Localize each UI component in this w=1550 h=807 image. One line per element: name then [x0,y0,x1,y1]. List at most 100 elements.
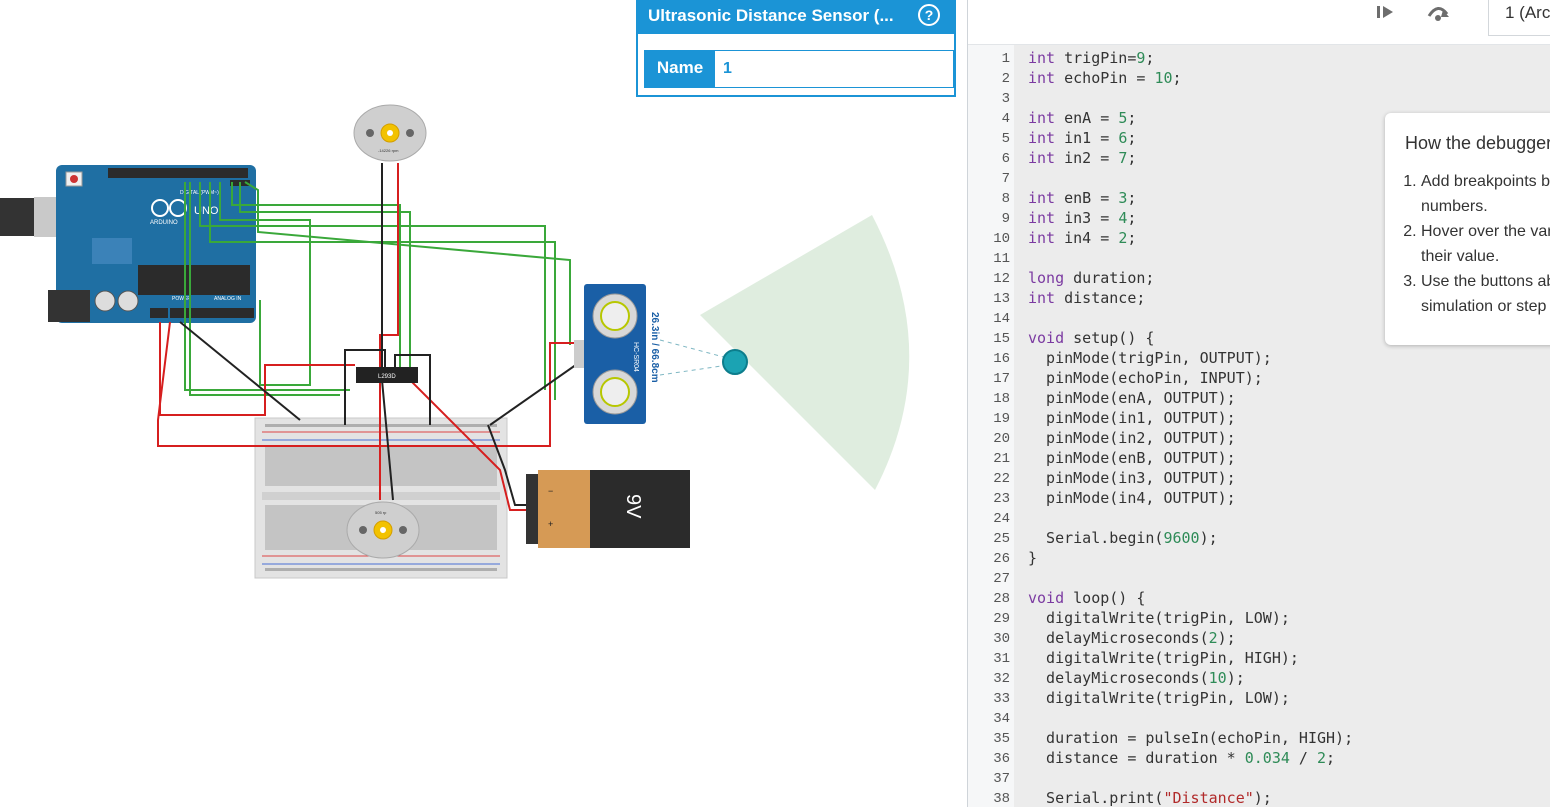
motor-top-rpm: -14226 rpm [378,148,399,153]
line-number[interactable]: 20 [993,431,1010,447]
code-line[interactable]: distance = duration * 0.034 / 2; [1028,749,1335,767]
line-number[interactable]: 33 [993,691,1010,707]
line-number[interactable]: 35 [993,731,1010,747]
line-number[interactable]: 9 [1002,211,1010,227]
inspector-panel: Ultrasonic Distance Sensor (... ? Name [636,0,956,97]
inspector-title: Ultrasonic Distance Sensor (... [648,6,894,25]
line-number[interactable]: 36 [993,751,1010,767]
line-number[interactable]: 28 [993,591,1010,607]
line-number[interactable]: 30 [993,631,1010,647]
line-number[interactable]: 24 [993,511,1010,527]
motor-bottom-rpm: 505 rp [375,510,387,515]
line-number[interactable]: 22 [993,471,1010,487]
battery-minus-terminal: − [548,486,553,496]
code-line[interactable]: duration = pulseIn(echoPin, HIGH); [1028,729,1353,747]
code-line[interactable]: digitalWrite(trigPin, LOW); [1028,689,1290,707]
line-number[interactable]: 10 [993,231,1010,247]
line-number[interactable]: 32 [993,671,1010,687]
code-line[interactable]: pinMode(enB, OUTPUT); [1028,449,1236,467]
line-number[interactable]: 13 [993,291,1010,307]
code-line[interactable]: pinMode(in1, OUTPUT); [1028,409,1236,427]
line-number[interactable]: 5 [1002,131,1010,147]
step-over-icon[interactable] [1423,4,1455,26]
code-line[interactable]: pinMode(trigPin, OUTPUT); [1028,349,1272,367]
line-number[interactable]: 3 [1002,91,1010,107]
arduino-brand-label: ARDUINO [150,220,178,226]
line-number[interactable]: 19 [993,411,1010,427]
code-line[interactable]: pinMode(echoPin, INPUT); [1028,369,1263,387]
code-line[interactable]: void setup() { [1028,329,1154,347]
code-line[interactable]: pinMode(in3, OUTPUT); [1028,469,1236,487]
battery-voltage-label: 9V [622,494,644,519]
line-number[interactable]: 38 [993,791,1010,807]
line-number[interactable]: 15 [993,331,1010,347]
code-line[interactable]: int enA = 5; [1028,109,1136,127]
line-number[interactable]: 1 [1002,51,1010,67]
code-line[interactable]: int distance; [1028,289,1145,307]
code-area[interactable]: int trigPin=9; int echoPin = 10; int enA =… [1014,45,1550,807]
code-line[interactable]: pinMode(in2, OUTPUT); [1028,429,1236,447]
line-number[interactable]: 27 [993,571,1010,587]
debugger-help-card: How the debugger w Add breakpoints by cl… [1385,113,1550,345]
line-number[interactable]: 17 [993,371,1010,387]
target-object[interactable] [722,349,748,375]
name-field-row: Name [644,50,954,88]
line-number[interactable]: 12 [993,271,1010,287]
code-editor-panel: 1 (Arc 1 2 3 4 5 6 7 8 9 10 11 12 13 14 15 16 17 18 19 20 21… [967,0,1550,807]
code-line[interactable]: digitalWrite(trigPin, LOW); [1028,609,1290,627]
circuit-canvas[interactable]: UNO ARDUINO DIGITAL (PWM~) POWER ANALOG … [0,0,967,807]
driver-chip-label: L293D [378,374,396,380]
inspector-header: Ultrasonic Distance Sensor (... ? [638,0,954,34]
line-number[interactable]: 31 [993,651,1010,667]
code-line[interactable]: void loop() { [1028,589,1145,607]
line-number[interactable]: 25 [993,531,1010,547]
resume-icon[interactable] [1370,4,1402,26]
code-line[interactable]: Serial.begin(9600); [1028,529,1218,547]
line-number[interactable]: 2 [1002,71,1010,87]
line-number-gutter[interactable]: 1 2 3 4 5 6 7 8 9 10 11 12 13 14 15 16 17 18 19 20 21 22 23 24 2… [968,45,1015,807]
file-tab[interactable]: 1 (Arc [1488,0,1550,36]
line-number[interactable]: 8 [1002,191,1010,207]
line-number[interactable]: 34 [993,711,1010,727]
code-line[interactable]: delayMicroseconds(10); [1028,669,1245,687]
code-line[interactable]: int trigPin=9; [1028,49,1154,67]
code-line[interactable]: digitalWrite(trigPin, HIGH); [1028,649,1299,667]
help-icon[interactable]: ? [918,4,940,26]
code-line[interactable]: pinMode(enA, OUTPUT); [1028,389,1236,407]
debugger-help-steps: Add breakpoints by cl line numbers. Hove… [1403,169,1550,319]
code-line[interactable]: pinMode(in4, OUTPUT); [1028,489,1236,507]
code-line[interactable]: int in4 = 2; [1028,229,1136,247]
sensor-distance-reading: 26.3in / 66.8cm [649,312,660,383]
code-line[interactable]: Serial.print("Distance"); [1028,789,1272,807]
line-number[interactable]: 16 [993,351,1010,367]
name-label: Name [645,51,715,87]
code-line[interactable]: int enB = 3; [1028,189,1136,207]
debugger-step: Use the buttons abov simulation or step … [1421,269,1550,319]
code-line[interactable]: int echoPin = 10; [1028,69,1182,87]
line-number[interactable]: 14 [993,311,1010,327]
line-number[interactable]: 6 [1002,151,1010,167]
code-line[interactable]: delayMicroseconds(2); [1028,629,1236,647]
name-input[interactable] [723,51,923,87]
battery-plus-terminal: + [548,519,553,529]
line-number[interactable]: 4 [1002,111,1010,127]
code-line[interactable]: } [1028,549,1037,567]
line-number[interactable]: 29 [993,611,1010,627]
code-line[interactable]: int in3 = 4; [1028,209,1136,227]
debugger-step: Hover over the variab to see their value… [1421,219,1550,269]
line-number[interactable]: 21 [993,451,1010,467]
line-number[interactable]: 7 [1002,171,1010,187]
battery-9v[interactable] [526,470,690,548]
sensor-model-label: HC-SR04 [632,342,639,372]
line-number[interactable]: 37 [993,771,1010,787]
line-number[interactable]: 23 [993,491,1010,507]
code-line[interactable]: int in2 = 7; [1028,149,1136,167]
line-number[interactable]: 26 [993,551,1010,567]
debugger-step: Add breakpoints by cl line numbers. [1421,169,1550,219]
code-line[interactable]: int in1 = 6; [1028,129,1136,147]
arduino-power-label: POWER [172,296,191,302]
code-line[interactable]: long duration; [1028,269,1154,287]
line-number[interactable]: 11 [993,251,1010,267]
line-number[interactable]: 18 [993,391,1010,407]
arduino-board-label: UNO [194,205,219,217]
